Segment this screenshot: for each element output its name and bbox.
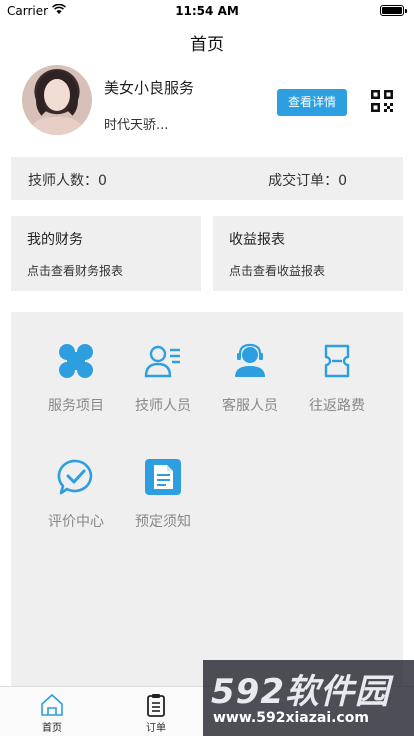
grid-label: 预定须知 (135, 514, 191, 530)
watermark-brand: 592软件园 (211, 672, 390, 712)
technician-count: 技师人数：0 (28, 173, 107, 189)
grid-item-reviews[interactable]: 评价中心 (32, 438, 120, 530)
stats-bar: 技师人数：0 成交订单：0 (11, 157, 403, 200)
finance-card[interactable]: 我的财务 点击查看财务报表 (11, 216, 201, 291)
page-title: 首页 (190, 35, 224, 55)
grid-label: 评价中心 (48, 514, 104, 530)
revenue-report-card[interactable]: 收益报表 点击查看收益报表 (213, 216, 403, 291)
grid-item-travel-fee[interactable]: 往返路费 (293, 322, 381, 414)
travel-fee-icon (324, 344, 350, 378)
finance-card-subtitle: 点击查看财务报表 (27, 264, 124, 278)
tab-orders[interactable]: 订单 (104, 687, 208, 736)
customer-service-icon (235, 343, 265, 377)
grid-label: 服务项目 (48, 398, 104, 414)
revenue-card-subtitle: 点击查看收益报表 (229, 264, 326, 278)
grid-item-booking-notice[interactable]: 预定须知 (119, 438, 207, 530)
home-icon (41, 694, 63, 716)
function-grid: 服务项目 技师人员 客服人员 往返路费 评价中心 预定须知 (11, 312, 403, 686)
review-icon (57, 459, 93, 495)
tab-label: 首页 (42, 723, 62, 734)
grid-label: 客服人员 (222, 398, 278, 414)
finance-card-title: 我的财务 (27, 232, 83, 248)
view-details-button[interactable]: 查看详情 (277, 89, 347, 116)
revenue-card-title: 收益报表 (229, 232, 285, 248)
orders-icon (147, 694, 165, 717)
tab-label: 订单 (146, 723, 166, 734)
shop-description: 时代天骄... (104, 118, 169, 133)
grid-item-customer-service[interactable]: 客服人员 (206, 322, 294, 414)
technician-icon (144, 345, 180, 378)
qr-code-icon[interactable] (371, 90, 393, 112)
booking-notice-icon (145, 459, 181, 495)
watermark-url: www.592xiazai.com (213, 710, 369, 726)
avatar[interactable] (22, 65, 92, 135)
shop-name: 美女小良服务 (104, 79, 195, 97)
profile-header: 美女小良服务 时代天骄... 查看详情 (0, 62, 414, 144)
order-count: 成交订单：0 (268, 173, 347, 189)
status-bar: Carrier 11:54 AM (0, 0, 414, 22)
grid-item-service-items[interactable]: 服务项目 (32, 322, 120, 414)
grid-item-technicians[interactable]: 技师人员 (119, 322, 207, 414)
tab-home[interactable]: 首页 (0, 687, 104, 736)
watermark: 592软件园 www.592xiazai.com (203, 660, 414, 736)
grid-label: 技师人员 (135, 398, 191, 414)
service-items-icon (59, 344, 93, 378)
grid-label: 往返路费 (309, 398, 365, 414)
battery-icon (380, 5, 407, 16)
clock: 11:54 AM (175, 4, 239, 18)
